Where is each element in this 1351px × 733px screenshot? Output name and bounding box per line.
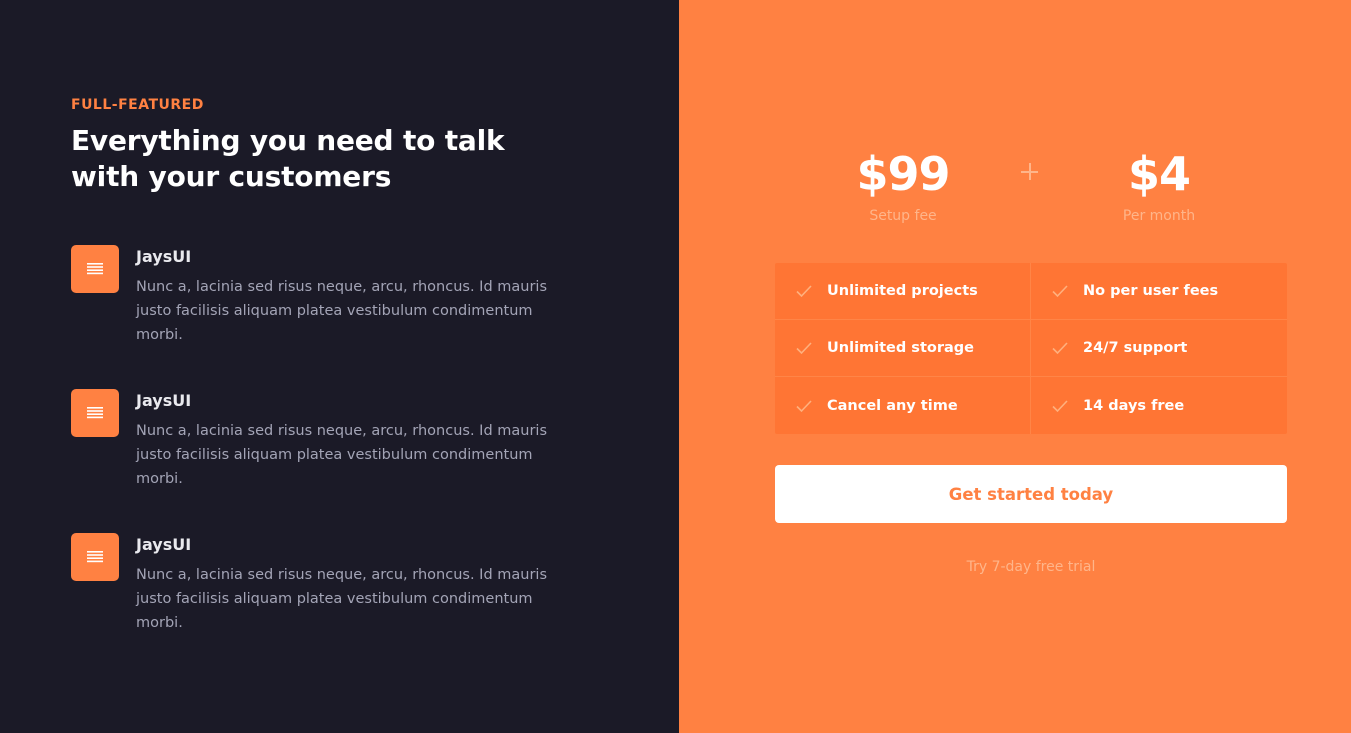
perk-label: 14 days free — [1083, 397, 1185, 414]
perk-item: 24/7 support — [1031, 320, 1287, 377]
features-panel: FULL-FEATURED Everything you need to tal… — [0, 0, 679, 733]
feature-item: JaysUI Nunc a, lacinia sed risus neque, … — [71, 533, 679, 677]
menu-lines-icon — [71, 245, 119, 293]
setup-fee-amount: $99 — [856, 147, 950, 201]
perk-item: No per user fees — [1031, 263, 1287, 320]
feature-title: JaysUI — [136, 247, 192, 266]
eyebrow-label: FULL-FEATURED — [71, 97, 204, 113]
feature-item: JaysUI Nunc a, lacinia sed risus neque, … — [71, 389, 679, 533]
menu-lines-glyph — [87, 407, 103, 419]
feature-body: JaysUI Nunc a, lacinia sed risus neque, … — [136, 389, 566, 533]
perk-item: Cancel any time — [775, 377, 1031, 434]
perk-label: Cancel any time — [827, 397, 958, 414]
setup-fee-price: $99 Setup fee — [803, 146, 1003, 226]
perk-item: 14 days free — [1031, 377, 1287, 434]
feature-list: JaysUI Nunc a, lacinia sed risus neque, … — [71, 245, 679, 677]
get-started-button[interactable]: Get started today — [775, 465, 1287, 523]
menu-lines-glyph — [87, 263, 103, 275]
check-icon — [1052, 342, 1068, 355]
check-icon — [796, 399, 812, 412]
monthly-price: $4 Per month — [1059, 146, 1259, 226]
check-icon — [1052, 399, 1068, 412]
feature-title: JaysUI — [136, 535, 192, 554]
plus-icon — [1018, 160, 1042, 184]
free-trial-text: Try 7-day free trial — [966, 559, 1096, 575]
menu-lines-icon — [71, 533, 119, 581]
feature-body: JaysUI Nunc a, lacinia sed risus neque, … — [136, 533, 566, 677]
perks-grid: Unlimited projects No per user fees Unli… — [775, 263, 1287, 434]
monthly-label: Per month — [1122, 208, 1196, 224]
pricing-section: FULL-FEATURED Everything you need to tal… — [0, 0, 1351, 733]
perk-label: Unlimited projects — [827, 283, 978, 299]
feature-description: Nunc a, lacinia sed risus neque, arcu, r… — [136, 423, 548, 487]
check-icon — [796, 342, 812, 355]
section-headline: Everything you need to talk with your cu… — [71, 124, 505, 193]
perk-label: 24/7 support — [1083, 340, 1188, 356]
perk-label: No per user fees — [1083, 283, 1219, 299]
setup-fee-label: Setup fee — [869, 208, 937, 224]
perk-label: Unlimited storage — [827, 340, 974, 356]
feature-description: Nunc a, lacinia sed risus neque, arcu, r… — [136, 279, 548, 343]
check-icon — [796, 285, 812, 298]
feature-description: Nunc a, lacinia sed risus neque, arcu, r… — [136, 567, 548, 631]
menu-lines-icon — [71, 389, 119, 437]
perk-item: Unlimited projects — [775, 263, 1031, 320]
feature-body: JaysUI Nunc a, lacinia sed risus neque, … — [136, 245, 566, 389]
pricing-panel: $99 Setup fee $4 Per month Unlimited pro… — [679, 0, 1351, 733]
menu-lines-glyph — [87, 551, 103, 563]
feature-item: JaysUI Nunc a, lacinia sed risus neque, … — [71, 245, 679, 389]
perk-item: Unlimited storage — [775, 320, 1031, 377]
feature-title: JaysUI — [136, 391, 192, 410]
check-icon — [1052, 285, 1068, 298]
monthly-amount: $4 — [1127, 147, 1191, 201]
